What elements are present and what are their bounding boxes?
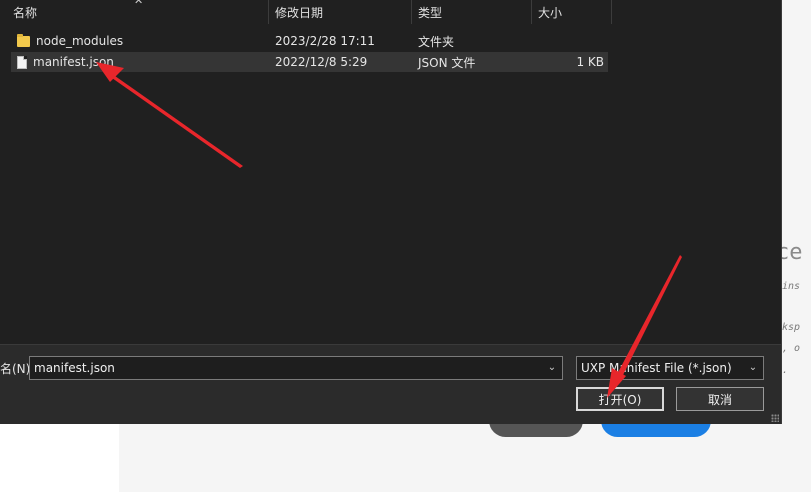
column-header-type[interactable]: 类型 (412, 0, 532, 24)
file-date: 2022/12/8 5:29 (275, 55, 368, 69)
filename-input[interactable]: manifest.json ⌄ (29, 356, 563, 380)
file-size: 1 KB (576, 55, 604, 69)
file-name-cell: node_modules (17, 34, 123, 48)
file-date: 2023/2/28 17:11 (275, 34, 375, 48)
resize-grip-icon[interactable] (771, 414, 779, 422)
cancel-button[interactable]: 取消 (676, 387, 764, 411)
file-icon (17, 55, 27, 69)
column-header-date-modified[interactable]: 修改日期 (269, 0, 412, 24)
filetype-select[interactable]: UXP Manifest File (*.json) ⌄ (576, 356, 764, 380)
dialog-bottom-panel: 名(N): manifest.json ⌄ UXP Manifest File … (0, 344, 781, 424)
column-header-size[interactable]: 大小 (532, 0, 612, 24)
filename-value: manifest.json (34, 361, 115, 375)
file-row-node-modules[interactable]: node_modules 2023/2/28 17:11 文件夹 (11, 31, 608, 51)
folder-icon (17, 34, 30, 47)
file-type: 文件夹 (418, 34, 455, 49)
file-name: node_modules (36, 34, 124, 48)
file-type: JSON 文件 (418, 55, 476, 70)
chevron-down-icon[interactable]: ⌄ (747, 362, 759, 374)
file-row-manifest-json[interactable]: manifest.json 2022/12/8 5:29 JSON 文件 1 K… (11, 52, 608, 72)
background-panel-right (782, 0, 811, 424)
open-button[interactable]: 打开(O) (576, 387, 664, 411)
chevron-down-icon[interactable]: ⌄ (546, 362, 558, 374)
file-open-dialog: ✕ 名称 修改日期 类型 大小 node_modules 2023/2/28 1… (0, 0, 782, 424)
background-panel-left (0, 424, 119, 492)
filetype-value: UXP Manifest File (*.json) (581, 361, 732, 375)
file-name: manifest.json (33, 55, 114, 69)
column-header-name[interactable]: 名称 (0, 0, 269, 24)
file-name-cell: manifest.json (17, 55, 114, 69)
